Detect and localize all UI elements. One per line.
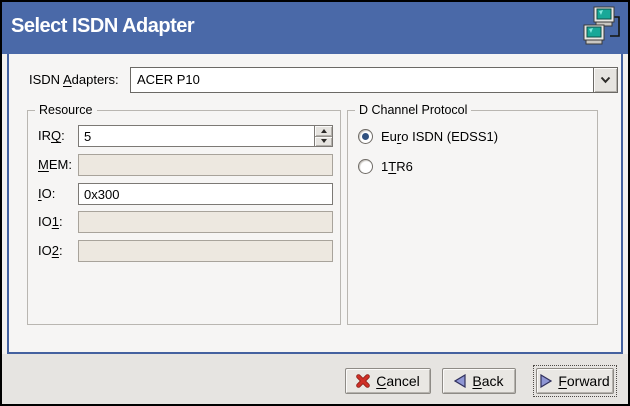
radio-euro-isdn[interactable]: Euro ISDN (EDSS1) [358, 127, 498, 145]
io1-label: IO1: [38, 211, 63, 233]
dialog-title: Select ISDN Adapter [11, 15, 194, 38]
label-post: : [59, 243, 63, 258]
io1-field [78, 211, 333, 233]
mem-label: MEM: [38, 154, 72, 176]
dchannel-protocol-groupbox: D Channel Protocol Euro ISDN (EDSS1) 1TR… [347, 110, 598, 325]
cancel-button[interactable]: Cancel [345, 368, 431, 394]
dialog-window: Select ISDN Adapter ISD [0, 0, 630, 406]
irq-spinbox [78, 125, 333, 147]
irq-label: IRQ: [38, 125, 65, 147]
label-post: ack [482, 373, 504, 389]
io-label: IO: [38, 183, 55, 205]
triangle-down-icon [321, 139, 327, 143]
io1-input [78, 211, 333, 233]
back-button-label: Back [472, 373, 503, 389]
label-pre: Eu [381, 129, 397, 144]
forward-button-focus-ring: Forward [533, 365, 617, 397]
mem-input [78, 154, 333, 176]
io-field [78, 183, 333, 205]
back-button[interactable]: Back [442, 368, 516, 394]
radio-button-selected-icon[interactable] [358, 129, 373, 144]
dchannel-group-title: D Channel Protocol [355, 103, 471, 117]
front-monitor [584, 25, 604, 44]
label-post: R6 [396, 159, 413, 174]
label-post: EM: [49, 157, 72, 172]
arrow-left-icon [454, 374, 466, 388]
spin-up-button[interactable] [315, 126, 332, 136]
network-computers-icon [583, 6, 623, 53]
label-pre: IR [38, 128, 51, 143]
io-input[interactable] [78, 183, 333, 205]
chevron-down-icon [600, 76, 611, 84]
label-pre: ISDN [29, 72, 63, 87]
isdn-adapters-label: ISDN Adapters: [29, 67, 119, 93]
back-monitor [594, 7, 614, 26]
forward-button[interactable]: Forward [536, 368, 614, 394]
button-bar: Cancel Back Forward [2, 354, 628, 404]
triangle-up-icon [321, 129, 327, 133]
label-mnemonic: T [388, 159, 396, 174]
radio-button-unselected-icon[interactable] [358, 159, 373, 174]
label-pre: IO [38, 214, 52, 229]
label-mnemonic: C [376, 373, 386, 389]
label-mnemonic: B [472, 373, 481, 389]
combobox-selected-value[interactable]: ACER P10 [131, 68, 593, 92]
label-mnemonic: M [38, 157, 49, 172]
io2-label: IO2: [38, 240, 63, 262]
label-mnemonic: 1 [52, 214, 59, 229]
label-mnemonic: A [63, 72, 72, 87]
label-post: : [61, 128, 65, 143]
cancel-button-label: Cancel [376, 373, 420, 389]
io2-field [78, 240, 333, 262]
radio-1tr6[interactable]: 1TR6 [358, 157, 413, 175]
label-mnemonic: 2 [52, 243, 59, 258]
label-post: O: [42, 186, 56, 201]
io2-input [78, 240, 333, 262]
content-panel: ISDN Adapters: ACER P10 Resource IRQ: [7, 54, 623, 354]
red-x-icon [356, 374, 370, 388]
combobox-dropdown-button[interactable] [593, 68, 617, 92]
label-post: o ISDN (EDSS1) [401, 129, 498, 144]
mem-field [78, 154, 333, 176]
irq-input[interactable] [78, 125, 314, 147]
radio-euro-isdn-label: Euro ISDN (EDSS1) [381, 129, 498, 144]
arrow-right-icon [540, 374, 552, 388]
label-mnemonic: Q [51, 128, 61, 143]
label-post: orward [567, 373, 610, 389]
label-post: : [59, 214, 63, 229]
forward-button-label: Forward [558, 373, 609, 389]
title-bar: Select ISDN Adapter [2, 2, 628, 54]
irq-spinner [314, 125, 333, 147]
spin-down-button[interactable] [315, 136, 332, 147]
isdn-adapters-combobox[interactable]: ACER P10 [130, 67, 618, 93]
label-mnemonic: F [558, 373, 567, 389]
label-pre: IO [38, 243, 52, 258]
label-post: ancel [386, 373, 419, 389]
radio-1tr6-label: 1TR6 [381, 159, 413, 174]
label-post: dapters: [72, 72, 119, 87]
resource-group-title: Resource [35, 103, 97, 117]
resource-groupbox: Resource IRQ: MEM: IO: IO1: [27, 110, 341, 325]
